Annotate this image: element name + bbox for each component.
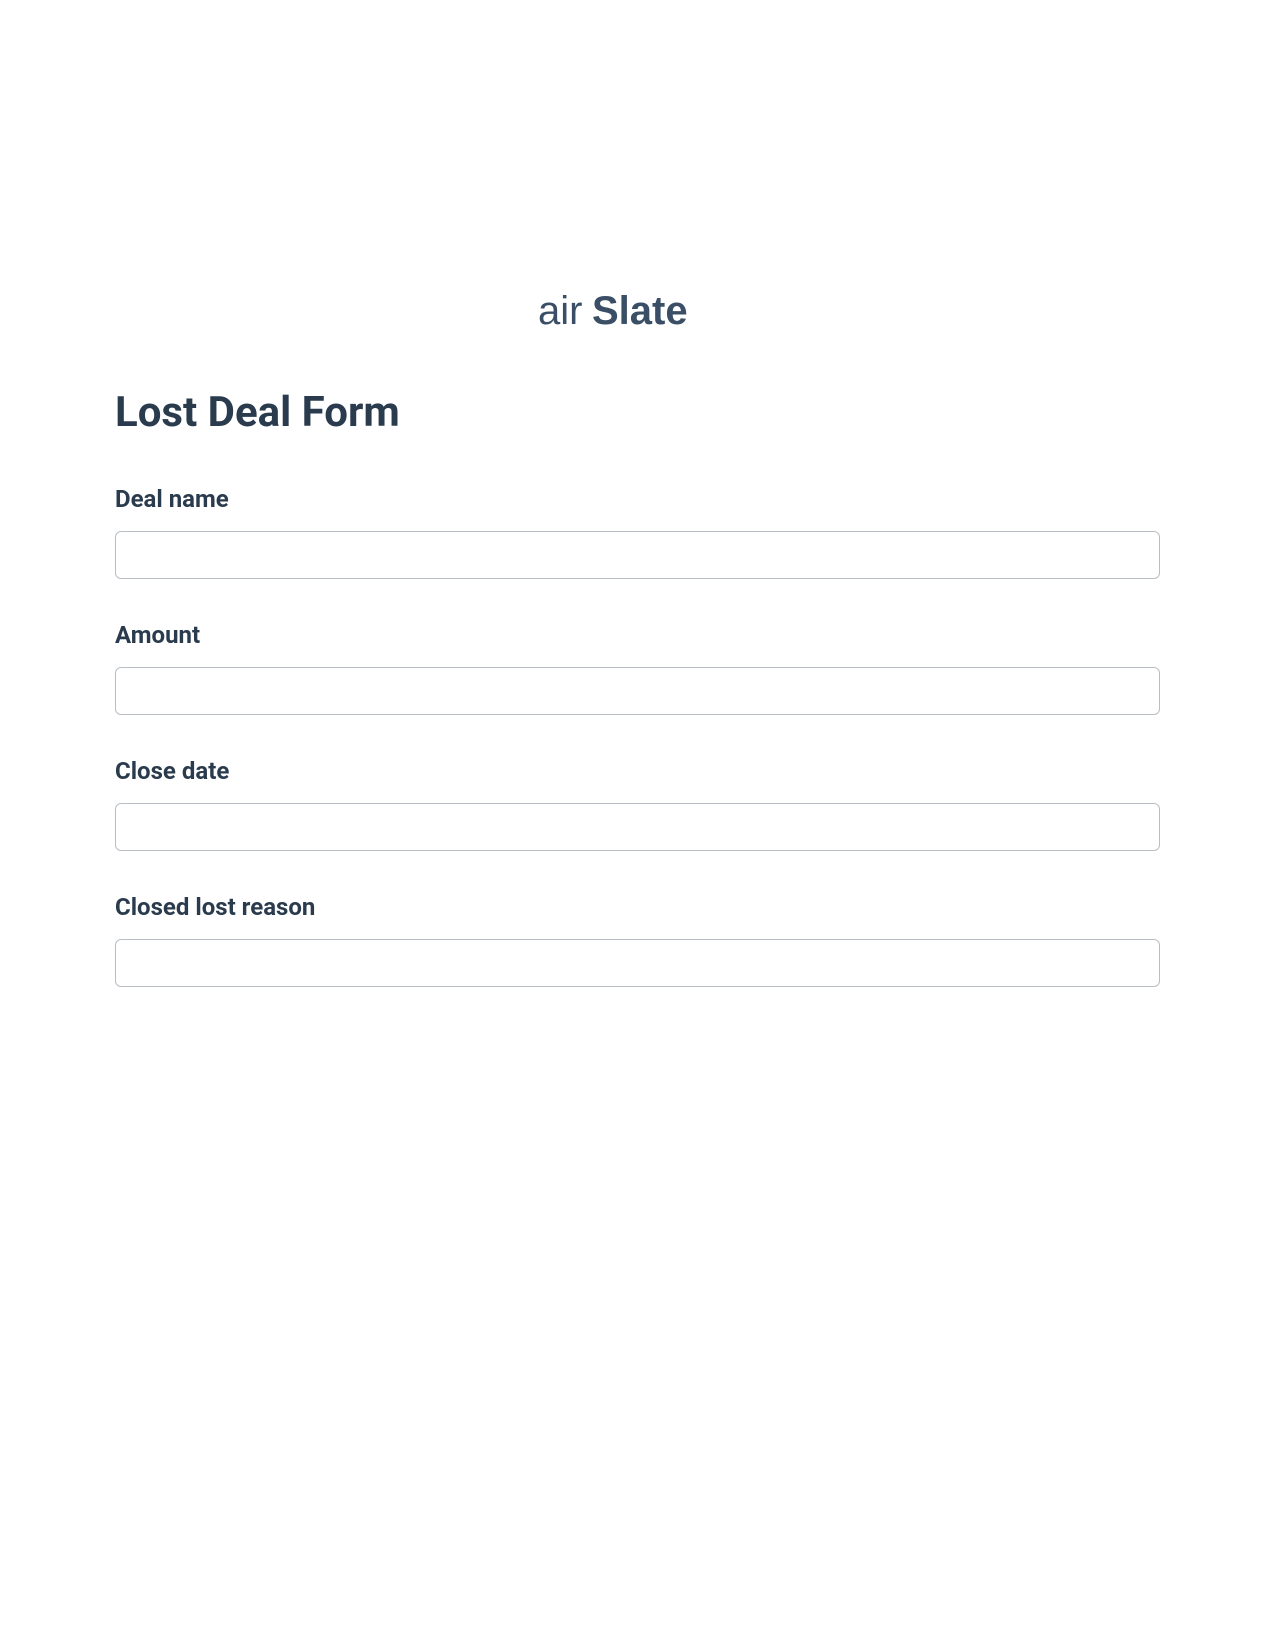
airslate-logo: air Slate bbox=[538, 290, 738, 338]
form-group-close-date: Close date bbox=[115, 757, 1160, 851]
closed-lost-reason-input[interactable] bbox=[115, 939, 1160, 987]
amount-label: Amount bbox=[115, 621, 1160, 649]
form-group-closed-lost-reason: Closed lost reason bbox=[115, 893, 1160, 987]
closed-lost-reason-label: Closed lost reason bbox=[115, 893, 1160, 921]
svg-text:air: air bbox=[538, 290, 582, 333]
close-date-label: Close date bbox=[115, 757, 1160, 785]
logo-container: air Slate bbox=[115, 290, 1160, 338]
form-group-deal-name: Deal name bbox=[115, 485, 1160, 579]
svg-text:Slate: Slate bbox=[592, 290, 688, 333]
form-title: Lost Deal Form bbox=[115, 388, 1160, 437]
amount-input[interactable] bbox=[115, 667, 1160, 715]
close-date-input[interactable] bbox=[115, 803, 1160, 851]
deal-name-input[interactable] bbox=[115, 531, 1160, 579]
deal-name-label: Deal name bbox=[115, 485, 1160, 513]
form-group-amount: Amount bbox=[115, 621, 1160, 715]
